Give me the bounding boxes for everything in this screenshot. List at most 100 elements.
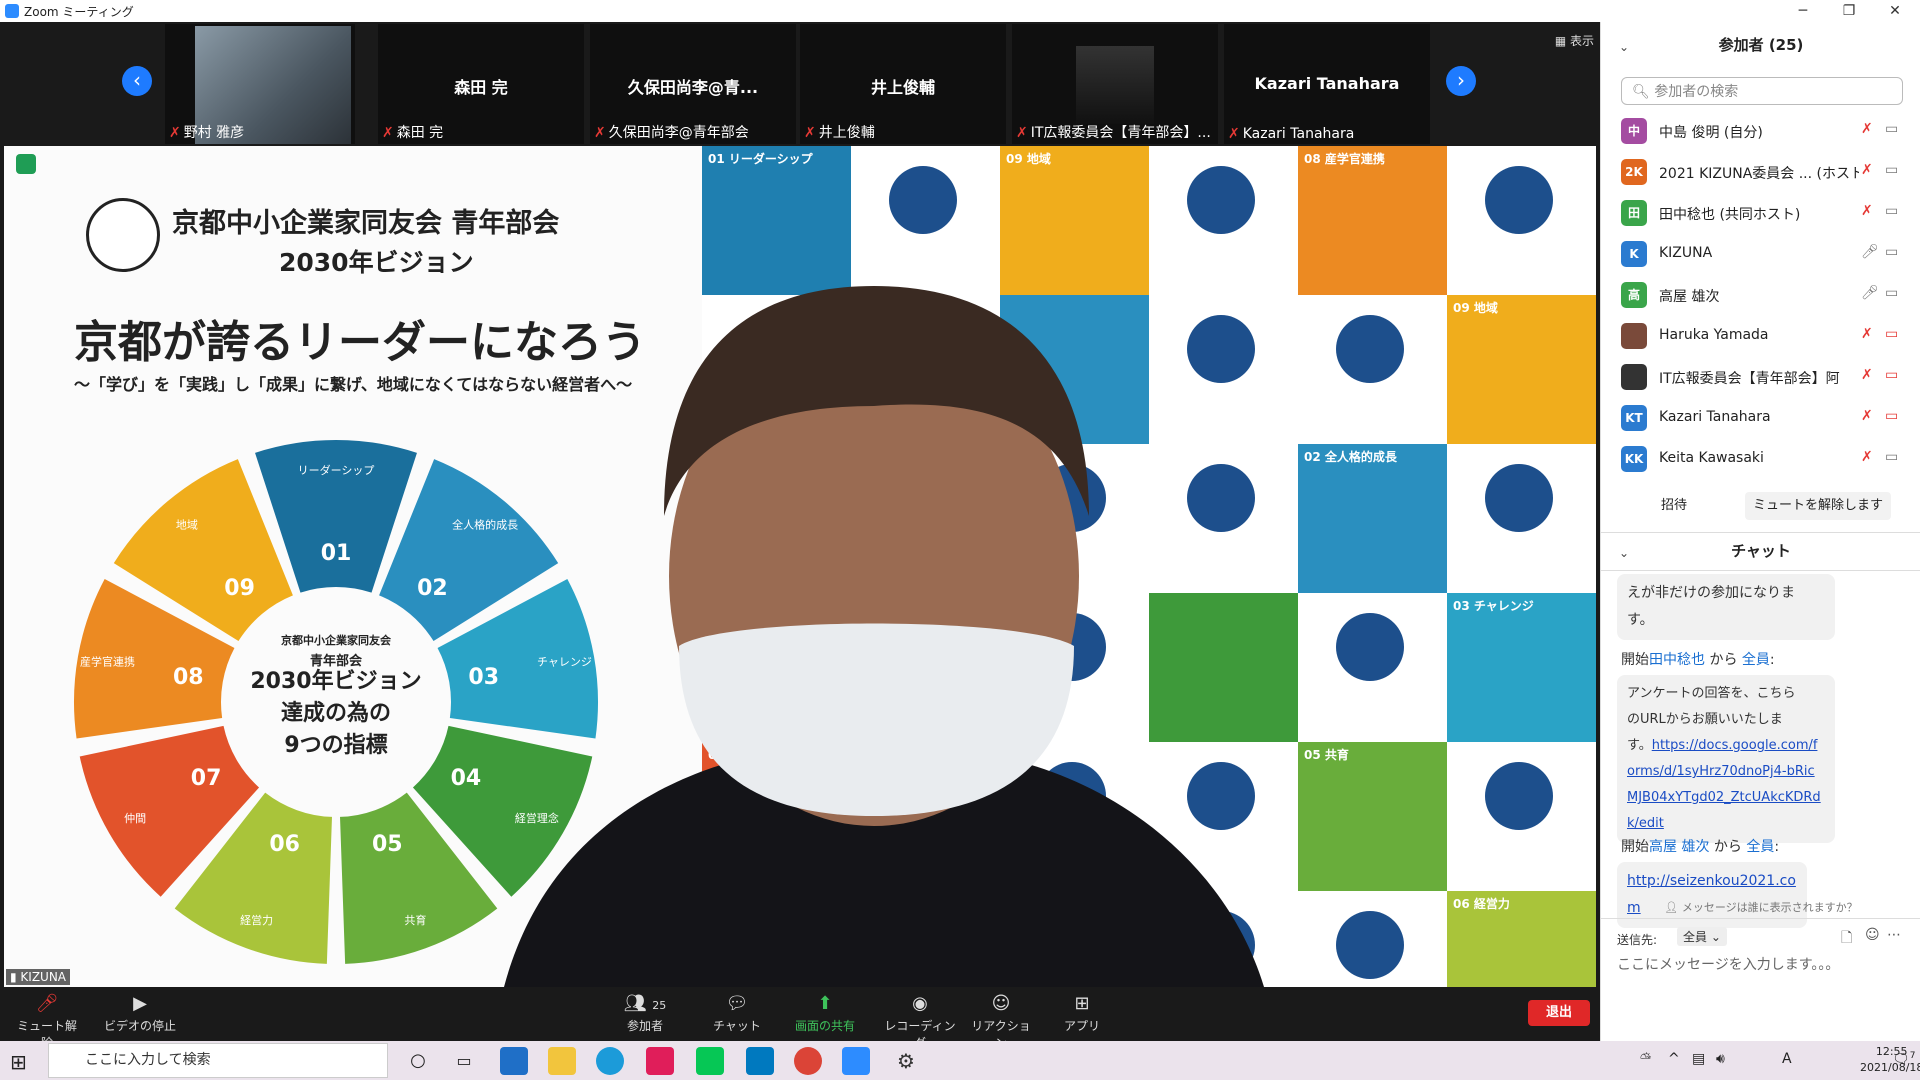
- participant-name: 中島 俊明 (自分): [1659, 125, 1763, 141]
- mic-muted-icon: ✗: [594, 125, 606, 141]
- window-title: Zoom ミーティング: [24, 5, 134, 19]
- participants-title: 参加者 (25): [1718, 36, 1804, 54]
- line-icon[interactable]: [696, 1047, 724, 1075]
- mic-muted-icon[interactable]: ✗: [1861, 203, 1873, 219]
- zoom-icon[interactable]: [842, 1047, 870, 1075]
- mic-icon[interactable]: 🎤︎: [1861, 244, 1879, 260]
- view-button[interactable]: ▦ 表示: [1555, 32, 1594, 49]
- minimize-button[interactable]: ─: [1780, 0, 1826, 22]
- gallery-tile[interactable]: 久保田尚李@青... ✗ 久保田尚李@青年部会: [590, 24, 796, 144]
- chat-input[interactable]: ここにメッセージを入力します。。。: [1617, 954, 1839, 974]
- file-icon[interactable]: 🗋: [1841, 927, 1852, 951]
- avatar: [1621, 323, 1647, 349]
- backdrop-tile: [1447, 444, 1596, 593]
- mic-muted-icon[interactable]: ✗: [1861, 326, 1873, 342]
- wheel-number: 01: [321, 541, 352, 566]
- participant-row[interactable]: KT Kazari Tanahara ✗ ▭: [1621, 401, 1911, 435]
- people-icon[interactable]: ⛅︎: [1640, 1051, 1651, 1067]
- participant-row[interactable]: Haruka Yamada ✗ ▭: [1621, 319, 1911, 353]
- participant-row[interactable]: 2K 2021 KIZUNA委員会 ... (ホスト) ✗ ▭: [1621, 155, 1911, 189]
- video-icon[interactable]: ▭: [1885, 285, 1898, 301]
- gallery-tile[interactable]: ✗ IT広報委員会【青年部会】...: [1012, 24, 1218, 144]
- app-icon[interactable]: [500, 1047, 528, 1075]
- shared-screen: 京都中小企業家同友会 青年部会 2030年ビジョン 京都が誇るリーダーになろう …: [4, 146, 1596, 987]
- trello-icon[interactable]: [746, 1047, 774, 1075]
- video-icon[interactable]: ▭: [1885, 162, 1898, 178]
- mic-muted-icon[interactable]: ✗: [1861, 162, 1873, 178]
- gallery-prev-button[interactable]: ‹: [122, 66, 152, 96]
- notifications-icon[interactable]: 🗨︎7: [1892, 1051, 1916, 1068]
- mic-icon[interactable]: 🎤︎: [1861, 285, 1879, 301]
- task-view-icon[interactable]: ▭: [450, 1047, 478, 1075]
- video-off-icon[interactable]: ▭: [1885, 408, 1898, 424]
- tray-chevron-up-icon[interactable]: ^: [1668, 1051, 1680, 1067]
- search-icon: 🔍︎: [1632, 84, 1655, 100]
- video-off-icon[interactable]: ▭: [1885, 326, 1898, 342]
- mic-muted-icon[interactable]: ✗: [1861, 408, 1873, 424]
- signal-icon: ▮: [10, 970, 21, 984]
- invite-button[interactable]: 招待: [1653, 492, 1695, 520]
- participants-button[interactable]: 👥︎ 25 参加者: [610, 991, 680, 1034]
- gallery-tile[interactable]: 井上俊輔 ✗ 井上俊輔: [800, 24, 1006, 144]
- settings-gear-icon[interactable]: ⚙: [892, 1047, 920, 1075]
- share-screen-button[interactable]: ⬆ 画面の共有: [790, 991, 860, 1034]
- association-logo: [86, 198, 160, 272]
- video-icon[interactable]: ▭: [1885, 449, 1898, 465]
- gallery-strip: ‹ ✗ 野村 雅彦 森田 完 ✗ 森田 完 久保田尚李@青... ✗ 久保田尚李@青年…: [0, 22, 1600, 145]
- gallery-tile[interactable]: ✗ 野村 雅彦: [165, 24, 355, 144]
- gallery-tile[interactable]: Kazari Tanahara ✗ Kazari Tanahara: [1224, 24, 1430, 144]
- video-off-icon[interactable]: ▭: [1885, 367, 1898, 383]
- avatar: KK: [1621, 446, 1647, 472]
- mic-muted-icon[interactable]: ✗: [1861, 121, 1873, 137]
- mic-muted-icon: ✗: [1016, 125, 1028, 141]
- participant-row[interactable]: KK Keita Kawasaki ✗ ▭: [1621, 442, 1911, 476]
- backdrop-tile-label: 09 地域: [1006, 152, 1051, 166]
- cortana-icon[interactable]: ○: [404, 1047, 432, 1075]
- chevron-down-icon: ⌄: [1710, 930, 1721, 944]
- stop-video-button[interactable]: ▶ ビデオの停止: [100, 991, 180, 1034]
- edge-icon[interactable]: [596, 1047, 624, 1075]
- leave-button[interactable]: 退出: [1528, 1000, 1590, 1026]
- mic-muted-icon[interactable]: ✗: [1861, 449, 1873, 465]
- more-icon[interactable]: ⋯: [1887, 927, 1901, 943]
- chrome-icon[interactable]: [794, 1047, 822, 1075]
- slack-icon[interactable]: [646, 1047, 674, 1075]
- gallery-tile[interactable]: 森田 完 ✗ 森田 完: [378, 24, 584, 144]
- participant-name: IT広報委員会【青年部会】阿: [1659, 371, 1840, 387]
- speaker-icon[interactable]: 🔊︎: [1716, 1051, 1725, 1067]
- encryption-shield-icon[interactable]: [16, 154, 36, 174]
- wheel-label: リーダーシップ: [298, 463, 375, 477]
- apps-button[interactable]: ⊞ アプリ: [1060, 991, 1104, 1034]
- ime-indicator[interactable]: A: [1782, 1051, 1792, 1067]
- emoji-icon[interactable]: ☺: [1865, 927, 1880, 943]
- file-explorer-icon[interactable]: [548, 1047, 576, 1075]
- tile-name: 森田 完: [454, 78, 508, 97]
- wheel-center-text: 京都中小企業家同友会: [281, 633, 392, 647]
- chat-link[interactable]: https://docs.google.com/forms/d/1syHrz70…: [1627, 738, 1821, 831]
- video-icon[interactable]: ▭: [1885, 203, 1898, 219]
- participant-row[interactable]: 中中島 俊明 (自分) ✗ ▭: [1621, 114, 1911, 148]
- chat-button[interactable]: 💬︎ チャット: [712, 991, 762, 1034]
- close-button[interactable]: ✕: [1872, 0, 1918, 22]
- gallery-next-button[interactable]: ›: [1446, 66, 1476, 96]
- send-to-select[interactable]: 全員 ⌄: [1677, 927, 1727, 946]
- participant-row[interactable]: 高高屋 雄次 🎤︎ ▭: [1621, 278, 1911, 312]
- network-icon[interactable]: ▤: [1692, 1051, 1705, 1067]
- speaker-name-tag: ▮ KIZUNA: [6, 969, 71, 985]
- visibility-note[interactable]: 👤︎ メッセージは誰に表示されますか？: [1601, 899, 1920, 915]
- participant-row[interactable]: IT広報委員会【青年部会】阿 ✗ ▭: [1621, 360, 1911, 394]
- participant-row[interactable]: K KIZUNA 🎤︎ ▭: [1621, 237, 1911, 271]
- participant-search-input[interactable]: 🔍︎ 参加者の検索: [1621, 77, 1903, 105]
- unmute-all-button[interactable]: ミュートを解除します: [1745, 492, 1892, 520]
- taskbar-search-input[interactable]: ここに入力して検索: [48, 1043, 388, 1078]
- mic-muted-icon[interactable]: ✗: [1861, 367, 1873, 383]
- chat-sender: 開始高屋 雄次 から 全員:: [1621, 839, 1780, 855]
- participant-name: 2021 KIZUNA委員会 ... (ホスト): [1659, 166, 1859, 182]
- maximize-button[interactable]: ❐: [1826, 0, 1872, 22]
- video-icon[interactable]: ▭: [1885, 121, 1898, 137]
- video-icon[interactable]: ▭: [1885, 244, 1898, 260]
- participant-row[interactable]: 田田中稔也 (共同ホスト) ✗ ▭: [1621, 196, 1911, 230]
- chat-message: えが非だけの参加になりま す。: [1617, 574, 1835, 640]
- wheel-number: 07: [191, 766, 222, 791]
- windows-start-icon[interactable]: ⊞: [10, 1050, 27, 1074]
